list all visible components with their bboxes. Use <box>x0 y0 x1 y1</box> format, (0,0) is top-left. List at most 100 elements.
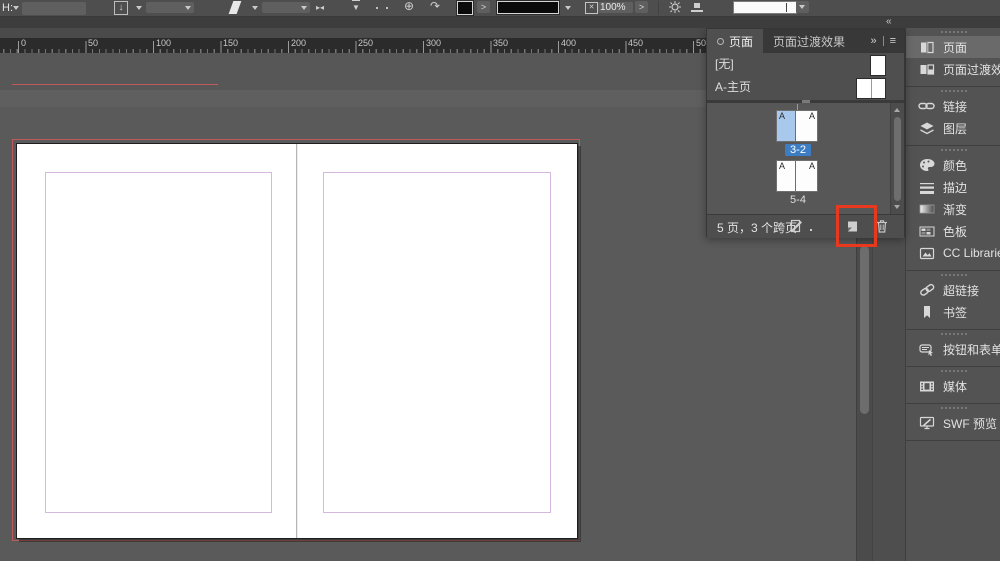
ruler-label: 100 <box>156 38 171 48</box>
panel-menu-icon[interactable]: ≡ <box>890 35 896 47</box>
stroke-color-swatch[interactable] <box>497 1 559 14</box>
tab-overflow-icon[interactable]: » <box>870 35 876 47</box>
chevron-down-icon <box>799 5 805 9</box>
swf-preview-icon <box>918 415 935 431</box>
text-caret <box>786 3 787 12</box>
preset-dropdown[interactable] <box>146 2 194 13</box>
insert-pages-icon[interactable]: ↓ <box>114 1 128 15</box>
master-item-a[interactable]: A-主页 <box>707 76 904 99</box>
master-none-thumbnail[interactable] <box>870 55 886 76</box>
sidebar-item-buttons-and-forms[interactable]: 按钮和表单 <box>906 338 1000 360</box>
scroll-down-icon[interactable] <box>894 205 900 209</box>
sidebar-item-label: 按钮和表单 <box>943 341 1000 358</box>
spread-thumbnail-4-5[interactable]: A A <box>776 160 818 192</box>
sidebar-item-label: 书签 <box>943 304 967 321</box>
stroke-icon <box>918 179 935 195</box>
color-palette-icon <box>918 157 935 173</box>
panel-tab-controls: » ≡ <box>870 29 904 53</box>
sidebar-item-label: 色板 <box>943 223 967 240</box>
tint-spinner-button[interactable]: > <box>635 1 648 13</box>
chevron-down-icon[interactable] <box>136 6 142 10</box>
document-spread[interactable] <box>16 143 578 539</box>
style-dropdown-button[interactable] <box>796 1 809 13</box>
chevron-down-icon <box>301 6 307 10</box>
page-thumbnail[interactable]: A <box>796 110 818 142</box>
master-a-left-page <box>857 79 872 98</box>
collapse-panels-button[interactable]: « <box>886 16 893 27</box>
page-thumbnail[interactable]: A <box>776 160 796 192</box>
sidebar-item-swf-preview[interactable]: SWF 预览 <box>906 412 1000 434</box>
sidebar-item-pages[interactable]: 页面 <box>906 36 1000 58</box>
ruler-label: 350 <box>493 38 508 48</box>
master-letter: A <box>779 111 785 121</box>
rotate-icon[interactable]: ↷ <box>430 0 440 13</box>
sidebar-item-links[interactable]: 链接 <box>906 95 1000 117</box>
scrollbar-thumb[interactable] <box>860 246 869 414</box>
scrollbar-thumb[interactable] <box>894 117 901 201</box>
flip-vertical-icon[interactable]: ▼ <box>352 0 360 14</box>
sidebar-item-cc-libraries[interactable]: CC Libraries <box>906 242 1000 264</box>
tab-pages[interactable]: 页面 <box>707 29 763 53</box>
tint-field[interactable]: 100% <box>598 2 633 13</box>
ruler-label: 300 <box>426 38 441 48</box>
reference-point-icon[interactable]: ⊕ <box>404 0 414 13</box>
pages-panel-status-bar: 5 页，3 个跨页 <box>707 214 904 238</box>
master-item-none[interactable]: [无] <box>707 53 904 76</box>
master-a-thumbnail[interactable] <box>856 78 886 99</box>
edit-page-size-button[interactable] <box>787 218 805 235</box>
sidebar-item-stroke[interactable]: 描边 <box>906 176 1000 198</box>
spread-thumbnail-2-3[interactable]: A A <box>776 110 818 142</box>
chevron-down-icon[interactable] <box>252 6 258 10</box>
page-thumbnail-selected[interactable]: A <box>776 110 796 142</box>
spread-label-selected[interactable]: 3-2 <box>776 144 820 156</box>
sidebar-item-bookmarks[interactable]: 书签 <box>906 301 1000 323</box>
fill-swatch-spinner-button[interactable]: > <box>477 1 490 13</box>
drop-shadow-effect-icon[interactable] <box>668 1 682 14</box>
sidebar-item-label: 描边 <box>943 179 967 196</box>
sidebar-item-label: 超链接 <box>943 282 979 299</box>
tab-page-transitions[interactable]: 页面过渡效果 <box>763 29 855 53</box>
fill-color-swatch[interactable] <box>457 1 473 15</box>
sidebar-item-gradient[interactable]: 渐变 <box>906 198 1000 220</box>
state-dot-icon <box>376 7 378 9</box>
panel-dock: 页面 页面过渡效果 链接 图层 <box>905 28 1000 561</box>
scroll-up-icon[interactable] <box>894 108 900 112</box>
sidebar-item-swatches[interactable]: 色板 <box>906 220 1000 242</box>
dock-group-pages: 页面 页面过渡效果 <box>906 28 1000 87</box>
sidebar-item-color[interactable]: 颜色 <box>906 154 1000 176</box>
new-page-button[interactable] <box>843 218 861 235</box>
delete-page-button[interactable] <box>873 218 891 235</box>
apply-to-container-icon[interactable]: ✕ <box>585 2 598 14</box>
sidebar-item-hyperlinks[interactable]: 超链接 <box>906 279 1000 301</box>
chevron-down-icon[interactable] <box>13 6 19 10</box>
chevron-down-icon <box>185 6 191 10</box>
document-vertical-scrollbar[interactable] <box>856 236 872 561</box>
dock-group-media: 媒体 <box>906 367 1000 404</box>
page-thumbnail[interactable]: A <box>796 160 818 192</box>
media-film-icon <box>918 378 935 394</box>
button-dropdown-dot-icon <box>810 229 812 231</box>
spread-label[interactable]: 5-4 <box>776 194 820 206</box>
stroke-type-dropdown[interactable] <box>262 2 310 13</box>
bookmarks-icon <box>918 304 935 320</box>
style-search-input[interactable] <box>733 1 797 14</box>
sidebar-item-label: 页面过渡效果 <box>943 61 1000 78</box>
height-field-label: H: <box>2 1 13 15</box>
master-pages-section: [无] A-主页 <box>707 53 904 100</box>
dock-group-links-layers: 链接 图层 <box>906 87 1000 146</box>
flip-horizontal-icon[interactable]: ▸◂ <box>316 1 324 14</box>
master-letter: A <box>779 161 785 171</box>
page-transitions-icon <box>918 61 935 77</box>
gradient-icon <box>918 201 935 217</box>
pages-panel: 页面 页面过渡效果 » ≡ [无] A-主页 <box>706 28 905 237</box>
swatches-icon <box>918 223 935 239</box>
object-effects-icon[interactable] <box>690 2 704 14</box>
height-field[interactable] <box>22 2 86 15</box>
sidebar-item-page-transitions[interactable]: 页面过渡效果 <box>906 58 1000 80</box>
sidebar-item-media[interactable]: 媒体 <box>906 375 1000 397</box>
indesign-window: H: ↓ ▸◂ ▼ ⊕ ↷ > ✕ 100% > <box>0 0 1000 561</box>
chevron-down-icon[interactable] <box>565 6 571 10</box>
sidebar-item-layers[interactable]: 图层 <box>906 117 1000 139</box>
pages-list-scrollbar[interactable] <box>890 103 904 214</box>
sidebar-item-label: 渐变 <box>943 201 967 218</box>
